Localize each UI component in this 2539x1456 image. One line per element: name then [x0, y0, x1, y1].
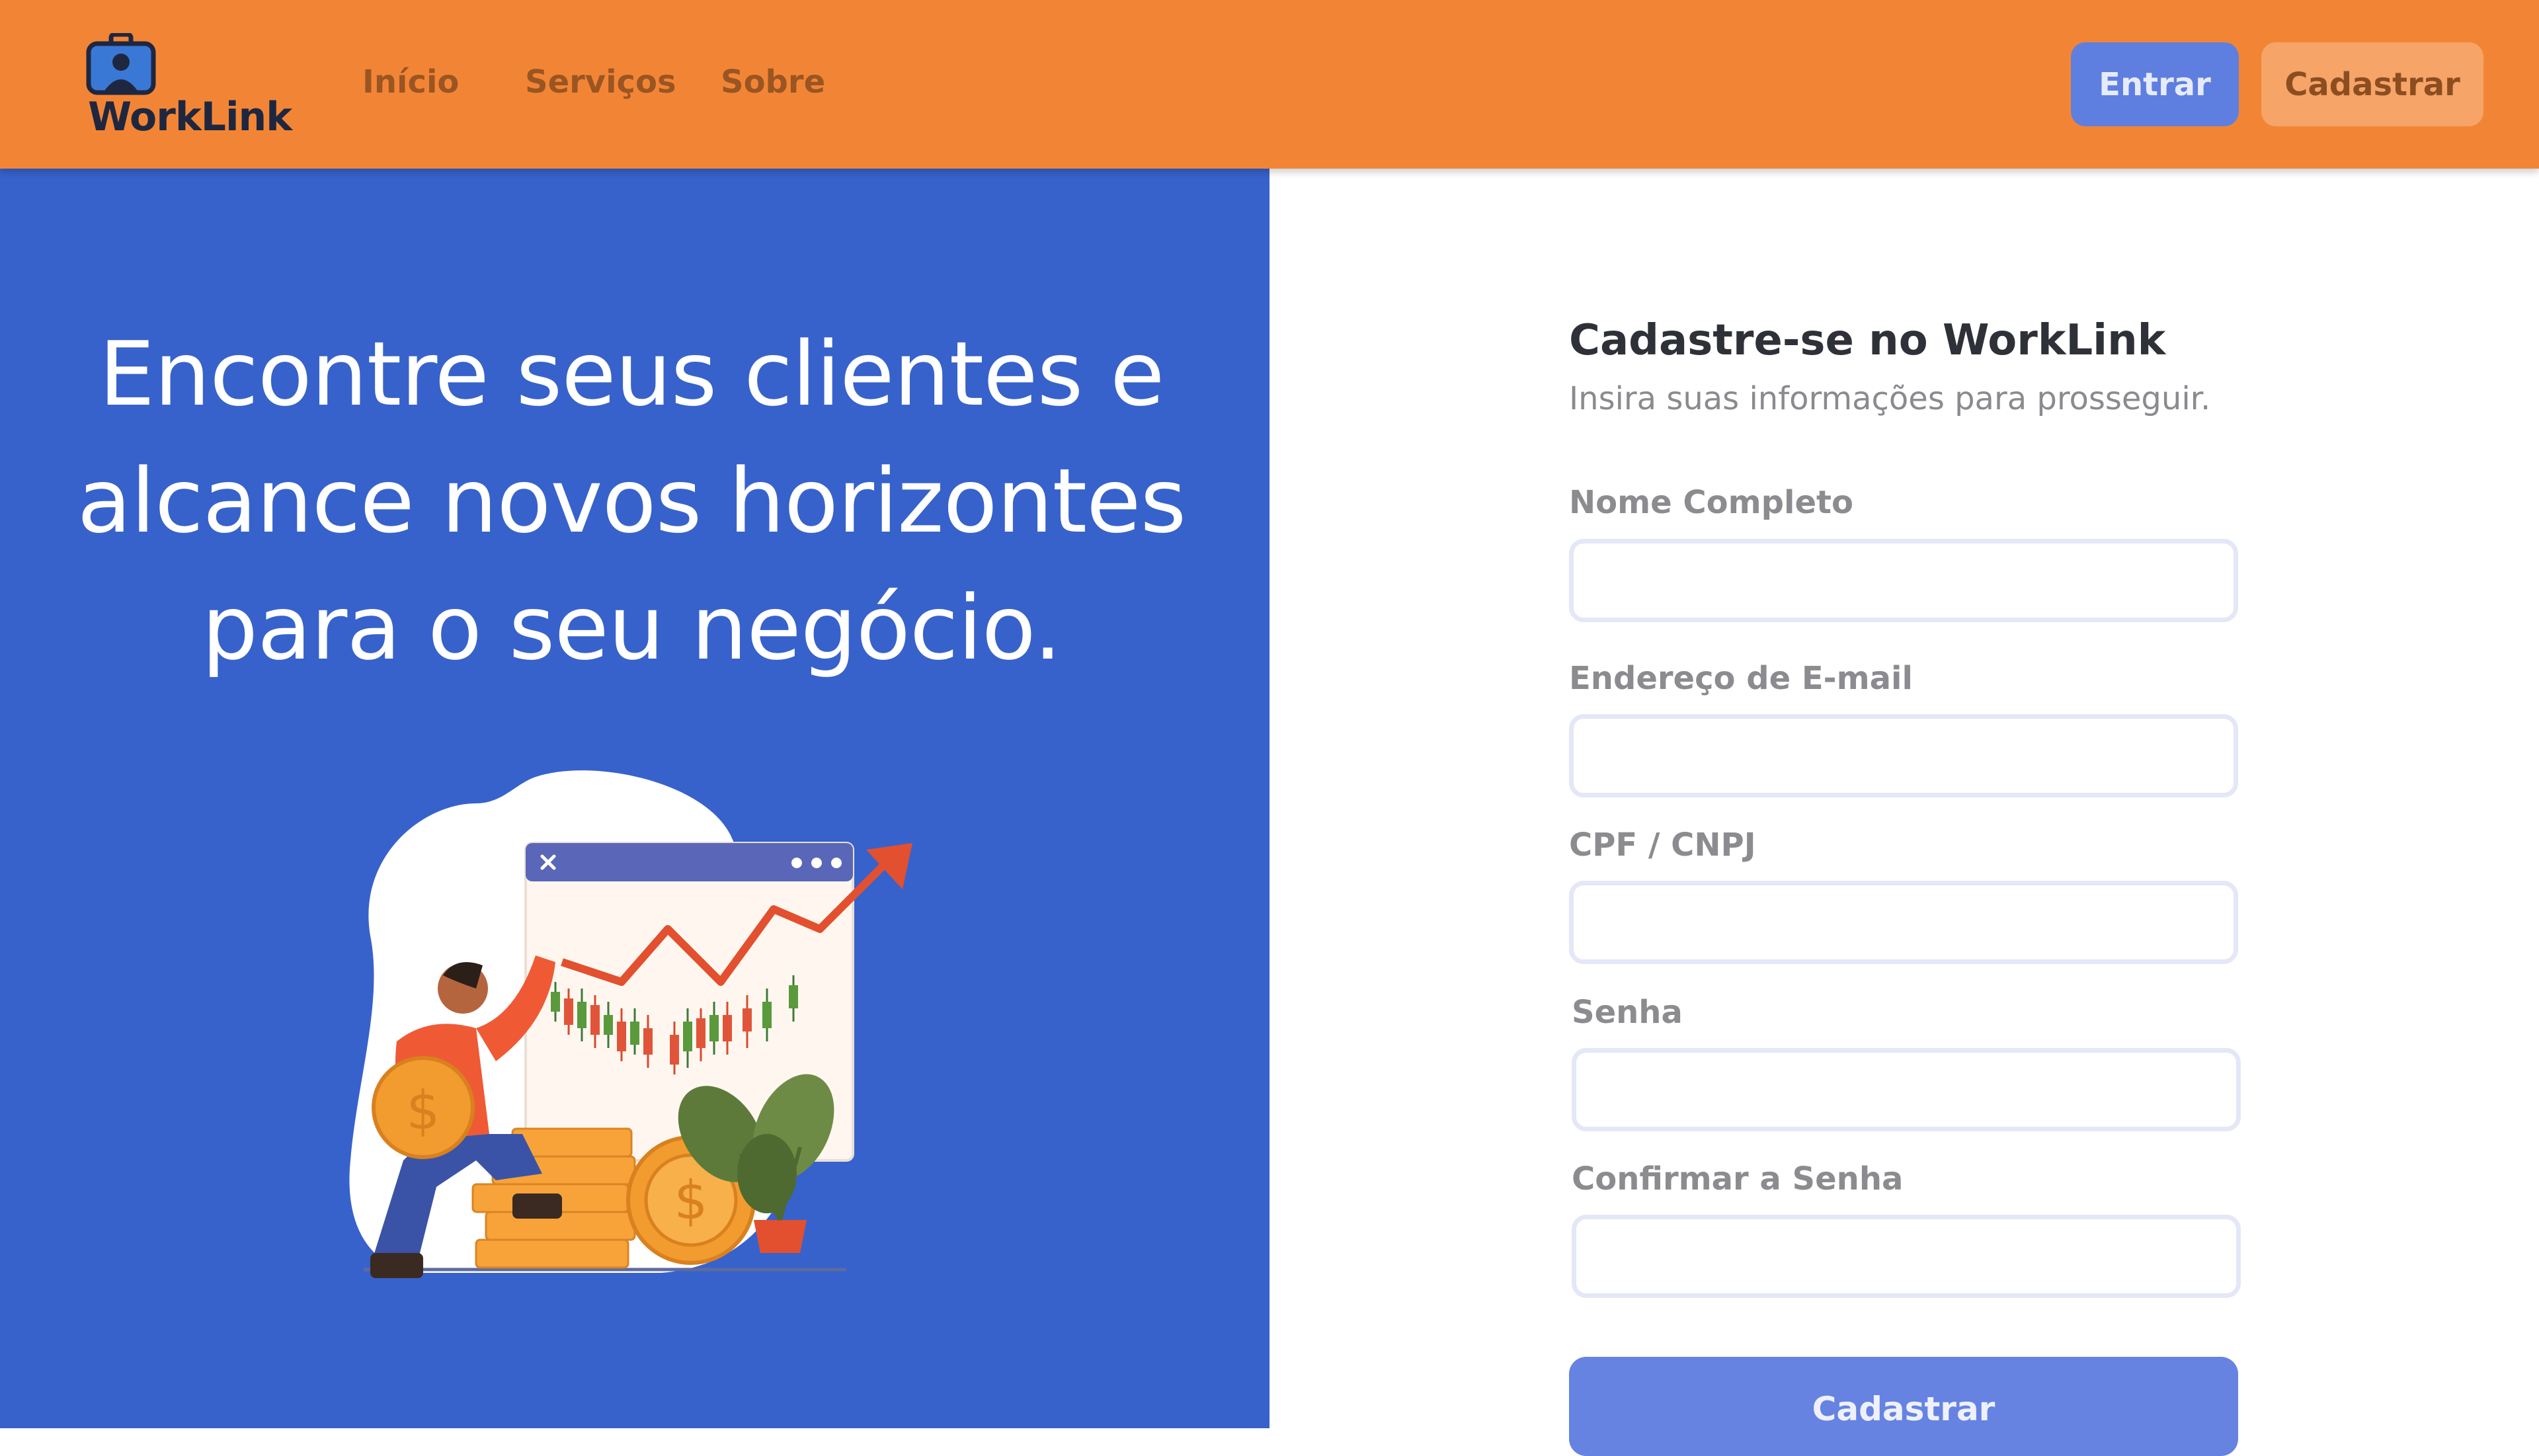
svg-text:$: $: [674, 1170, 708, 1231]
hero-line: Encontre seus clientes e: [99, 323, 1165, 426]
top-navbar: WorkLink Início Serviços Sobre Entrar Ca…: [0, 0, 2539, 169]
brand-name: WorkLink: [88, 94, 292, 140]
password-input[interactable]: [1572, 1048, 2241, 1131]
signup-button[interactable]: Cadastrar: [2261, 42, 2483, 126]
hero-panel: Encontre seus clientes e alcance novos h…: [0, 169, 1270, 1428]
nav-link-inicio[interactable]: Início: [362, 63, 459, 101]
hero-headline: Encontre seus clientes e alcance novos h…: [40, 311, 1223, 692]
full-name-label: Nome Completo: [1569, 484, 1853, 521]
confirm-password-input[interactable]: [1572, 1215, 2241, 1298]
growth-chart-illustration: $ $: [349, 770, 912, 1278]
brand-logo[interactable]: WorkLink: [86, 33, 292, 142]
submit-button[interactable]: Cadastrar: [1569, 1357, 2238, 1456]
email-label: Endereço de E-mail: [1569, 660, 1913, 697]
email-input[interactable]: [1569, 714, 2238, 797]
form-subtitle: Insira suas informações para prosseguir.: [1569, 380, 2211, 417]
full-name-input[interactable]: [1569, 539, 2238, 622]
hero-line: alcance novos horizontes: [77, 450, 1187, 553]
svg-text:$: $: [407, 1080, 440, 1141]
confirm-password-label: Confirmar a Senha: [1572, 1160, 1904, 1197]
form-title: Cadastre-se no WorkLink: [1569, 316, 2166, 365]
nav-link-sobre[interactable]: Sobre: [721, 63, 825, 101]
password-label: Senha: [1572, 994, 1683, 1031]
cpf-cnpj-input[interactable]: [1569, 881, 2238, 964]
hero-line: para o seu negócio.: [202, 577, 1062, 680]
briefcase-person-icon: [86, 33, 156, 95]
nav-link-servicos[interactable]: Serviços: [525, 63, 676, 101]
more-dots-icon: [791, 858, 842, 868]
login-button[interactable]: Entrar: [2071, 42, 2239, 126]
cpf-cnpj-label: CPF / CNPJ: [1569, 827, 1756, 864]
